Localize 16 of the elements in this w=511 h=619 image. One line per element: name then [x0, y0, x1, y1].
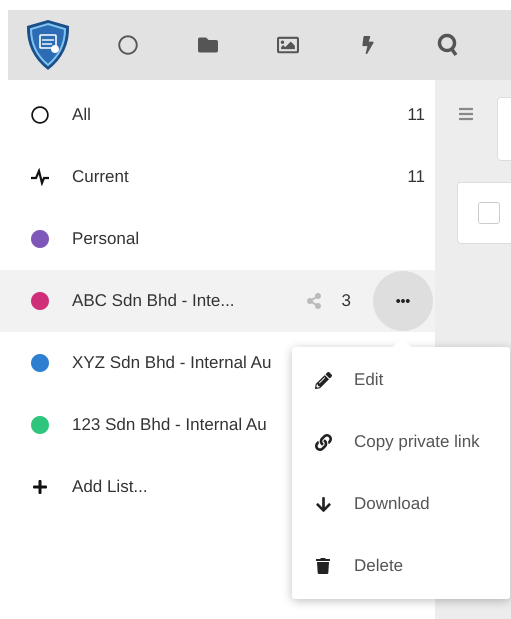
search-icon[interactable]: [437, 33, 459, 57]
arrow-down-icon: [314, 496, 332, 512]
menu-item[interactable]: Delete: [292, 535, 510, 597]
menu-icon[interactable]: [458, 106, 474, 122]
plus-icon: [32, 479, 48, 495]
trash-icon: [315, 558, 331, 574]
folder-icon[interactable]: [198, 35, 218, 55]
link-icon: [314, 434, 332, 450]
task-checkbox[interactable]: [478, 202, 500, 224]
item-count: 11: [407, 167, 425, 187]
item-count: 11: [407, 105, 425, 125]
pencil-icon: [314, 372, 332, 388]
pulse-icon: [30, 168, 50, 186]
share-count: 3: [342, 291, 351, 311]
shield-logo-icon: [25, 19, 71, 71]
image-icon[interactable]: [277, 34, 299, 56]
